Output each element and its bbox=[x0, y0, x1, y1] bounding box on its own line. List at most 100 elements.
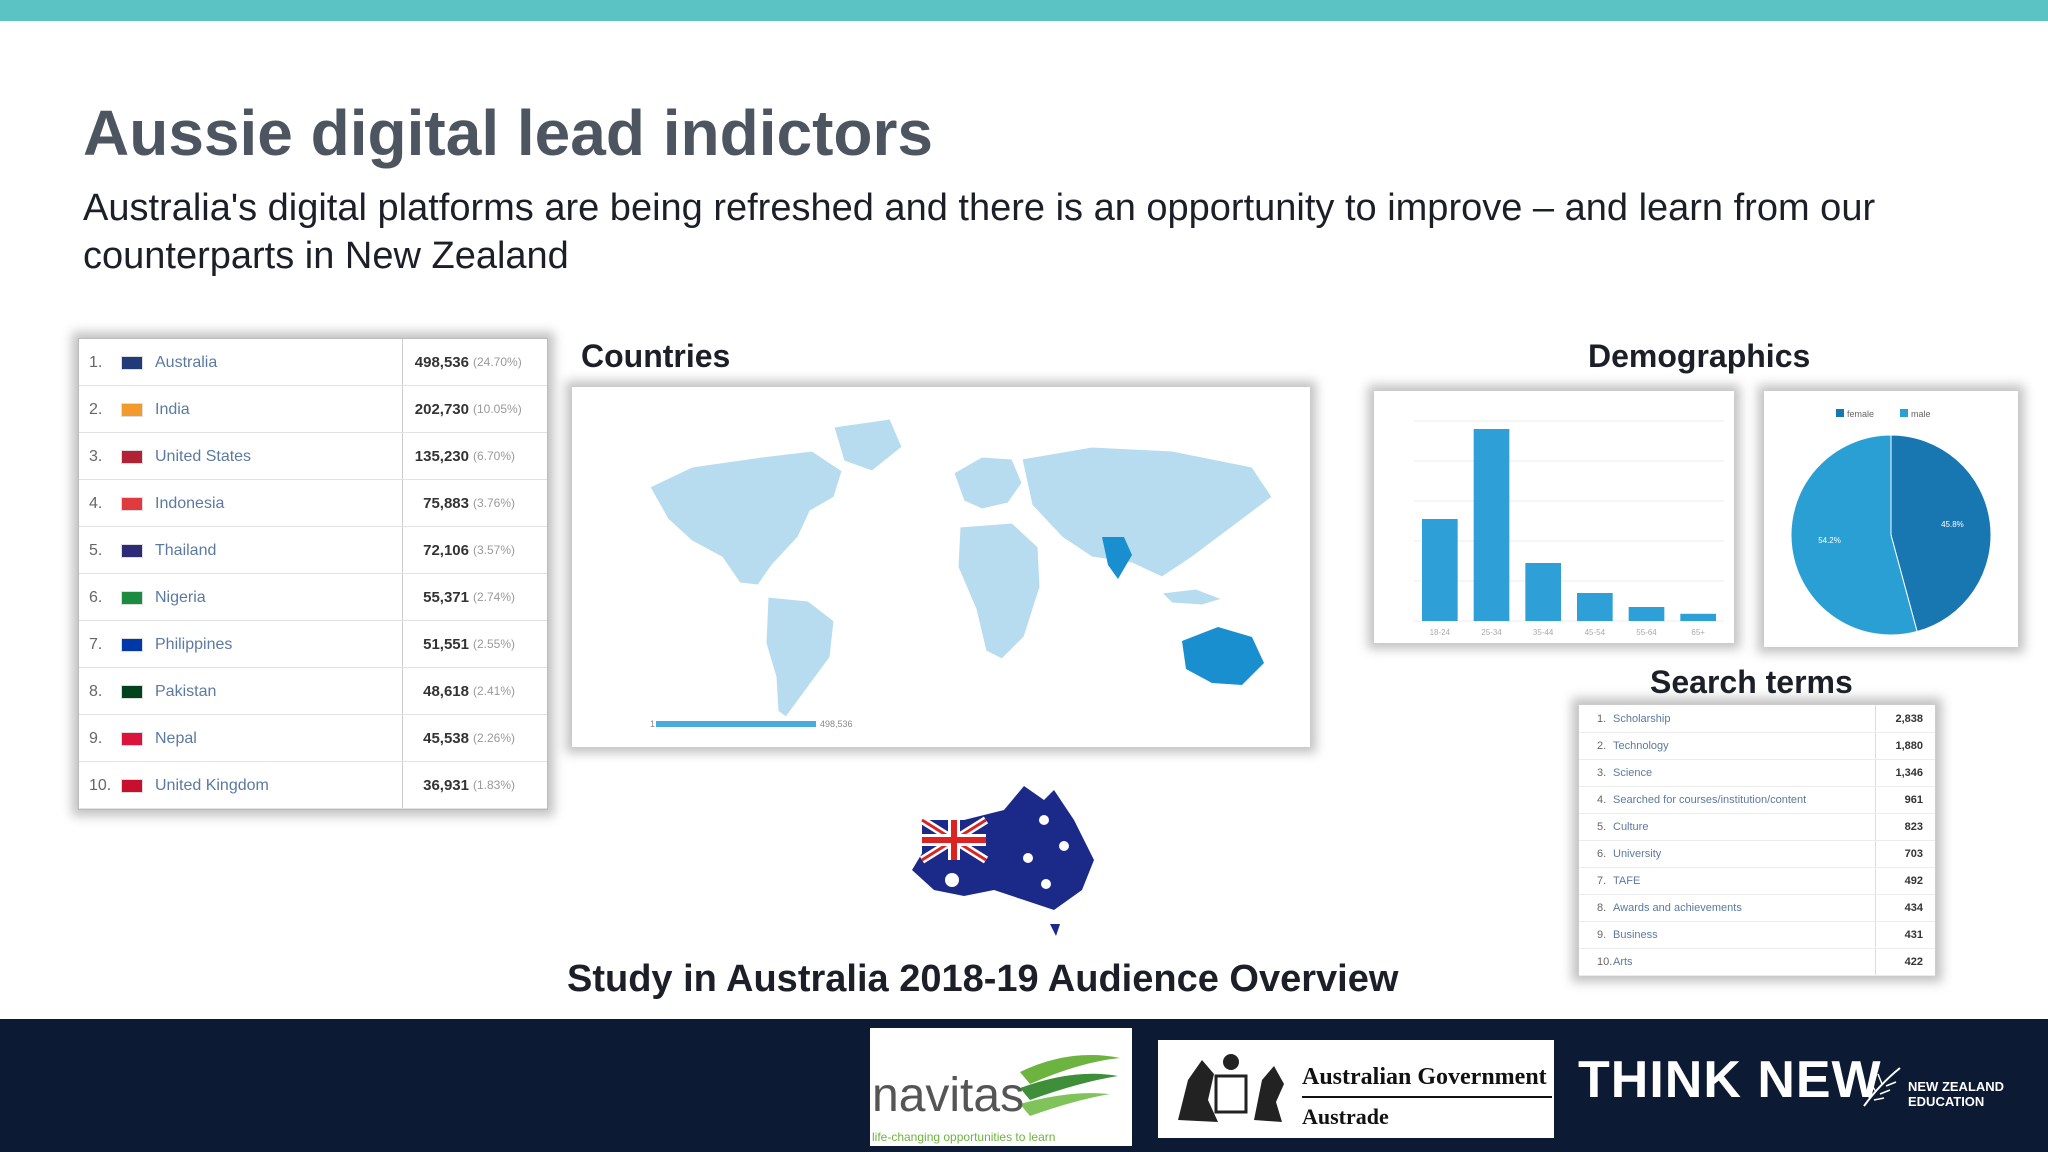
table-row: 8. Awards and achievements 434 bbox=[1579, 894, 1935, 922]
search-count: 823 bbox=[1904, 821, 1923, 833]
flag-icon bbox=[121, 732, 143, 746]
table-row: 3. Science 1,346 bbox=[1579, 759, 1935, 787]
x-tick-label: 55-64 bbox=[1636, 628, 1657, 637]
austrade-wordmark: Austrade bbox=[1302, 1104, 1389, 1129]
term-rank: 5. bbox=[1597, 821, 1607, 833]
slide-title: Aussie digital lead indictors bbox=[83, 97, 933, 169]
table-row: 10. Arts 422 bbox=[1579, 948, 1935, 976]
sessions-percent: (24.70%) bbox=[473, 355, 522, 369]
sessions-percent: (2.26%) bbox=[473, 731, 516, 745]
sessions-value: 36,931 bbox=[423, 777, 469, 794]
coat-of-arms-icon bbox=[1178, 1054, 1284, 1122]
map-legend-max: 498,536 bbox=[820, 719, 853, 729]
pie-slice-label: 54.2% bbox=[1818, 536, 1841, 545]
sessions-value: 48,618 bbox=[423, 683, 469, 700]
table-row: 2. Technology 1,880 bbox=[1579, 732, 1935, 760]
table-row: 2. India 202,730 (10.05%) bbox=[79, 386, 547, 433]
pie-slice-label: 45.8% bbox=[1941, 520, 1964, 529]
search-count: 2,838 bbox=[1895, 713, 1923, 725]
term-rank: 10. bbox=[1597, 956, 1613, 968]
australian-government-austrade-logo: Australian Government Austrade bbox=[1158, 1040, 1554, 1138]
term-rank: 6. bbox=[1597, 848, 1607, 860]
country-name: Indonesia bbox=[155, 495, 225, 512]
sessions-value: 45,538 bbox=[423, 730, 469, 747]
navitas-wordmark: navitas bbox=[872, 1069, 1025, 1122]
table-row: 1. Scholarship 2,838 bbox=[1579, 705, 1935, 733]
search-term: Business bbox=[1613, 929, 1658, 941]
fern-icon bbox=[1863, 1067, 1901, 1107]
country-table: 1. Australia 498,536 (24.70%) 2. India 202,730… bbox=[78, 338, 548, 810]
world-map: 1 498,536 bbox=[649, 418, 1273, 729]
sessions-percent: (1.83%) bbox=[473, 778, 516, 792]
search-terms-label: Search terms bbox=[1650, 664, 1853, 700]
sessions-value: 202,730 bbox=[414, 401, 469, 418]
row-rank: 8. bbox=[89, 683, 103, 700]
term-rank: 1. bbox=[1597, 713, 1607, 725]
term-rank: 7. bbox=[1597, 875, 1607, 887]
country-name: Philippines bbox=[155, 636, 233, 653]
bar-35-44 bbox=[1525, 563, 1561, 621]
sessions-percent: (2.74%) bbox=[473, 590, 516, 604]
term-rank: 3. bbox=[1597, 767, 1607, 779]
country-name: Australia bbox=[155, 354, 218, 371]
table-row: 10. United Kingdom 36,931 (1.83%) bbox=[79, 762, 547, 809]
table-row: 4. Indonesia 75,883 (3.76%) bbox=[79, 480, 547, 527]
search-count: 703 bbox=[1904, 848, 1923, 860]
row-rank: 1. bbox=[89, 354, 103, 371]
map-north-america bbox=[649, 450, 843, 586]
legend-label: male bbox=[1911, 409, 1931, 419]
top-accent-bar bbox=[0, 0, 2048, 21]
bar-18-24 bbox=[1422, 519, 1458, 621]
x-tick-label: 65+ bbox=[1691, 628, 1705, 637]
sessions-percent: (2.55%) bbox=[473, 637, 516, 651]
table-row: 6. University 703 bbox=[1579, 840, 1935, 868]
age-bar-chart: 18-24 25-34 35-44 45-54 55-64 65+ bbox=[1374, 391, 1734, 643]
map-africa bbox=[957, 522, 1041, 660]
flag-icon bbox=[121, 403, 143, 417]
table-row: 9. Business 431 bbox=[1579, 921, 1935, 949]
flag-icon bbox=[121, 779, 143, 793]
row-rank: 5. bbox=[89, 542, 103, 559]
search-count: 434 bbox=[1904, 902, 1923, 914]
country-name: India bbox=[155, 401, 190, 418]
term-rank: 2. bbox=[1597, 740, 1607, 752]
bar-45-54 bbox=[1577, 593, 1613, 621]
map-asia bbox=[1021, 446, 1273, 578]
sessions-value: 55,371 bbox=[423, 589, 469, 606]
bar-65+ bbox=[1680, 613, 1716, 621]
search-term: Searched for courses/institution/content bbox=[1613, 794, 1807, 806]
sessions-value: 75,883 bbox=[423, 495, 469, 512]
bar-55-64 bbox=[1628, 607, 1665, 621]
map-europe bbox=[953, 456, 1023, 510]
country-name: United Kingdom bbox=[155, 777, 269, 794]
legend-swatch bbox=[1836, 409, 1844, 417]
table-row: 1. Australia 498,536 (24.70%) bbox=[79, 339, 547, 386]
nz-education-wordmark: NEW ZEALAND EDUCATION bbox=[1908, 1079, 2005, 1109]
search-count: 1,880 bbox=[1895, 740, 1923, 752]
table-row: 5. Thailand 72,106 (3.57%) bbox=[79, 527, 547, 574]
flag-icon bbox=[121, 497, 143, 511]
sessions-value: 498,536 bbox=[414, 354, 469, 371]
search-term: University bbox=[1613, 848, 1662, 860]
row-rank: 4. bbox=[89, 495, 103, 512]
x-tick-label: 35-44 bbox=[1533, 628, 1554, 637]
row-rank: 10. bbox=[89, 777, 112, 794]
sessions-percent: (3.57%) bbox=[473, 543, 516, 557]
map-legend-min: 1 bbox=[650, 719, 655, 729]
table-row: 4. Searched for courses/institution/conte… bbox=[1579, 786, 1935, 814]
flag-icon bbox=[121, 685, 143, 699]
country-name: Pakistan bbox=[155, 683, 217, 700]
sessions-value: 51,551 bbox=[423, 636, 469, 653]
search-term: Scholarship bbox=[1613, 713, 1671, 725]
country-name: United States bbox=[155, 448, 252, 465]
flag-icon bbox=[121, 544, 143, 558]
table-row: 6. Nigeria 55,371 (2.74%) bbox=[79, 574, 547, 621]
map-south-america bbox=[765, 596, 835, 718]
search-count: 492 bbox=[1904, 875, 1923, 887]
world-map-panel: 1 498,536 bbox=[572, 387, 1310, 747]
map-indonesia bbox=[1160, 588, 1224, 606]
search-term: TAFE bbox=[1613, 875, 1641, 887]
search-term: Awards and achievements bbox=[1613, 902, 1742, 914]
sessions-percent: (10.05%) bbox=[473, 402, 522, 416]
age-bar-chart-svg: 18-24 25-34 35-44 45-54 55-64 65+ bbox=[1414, 420, 1724, 637]
